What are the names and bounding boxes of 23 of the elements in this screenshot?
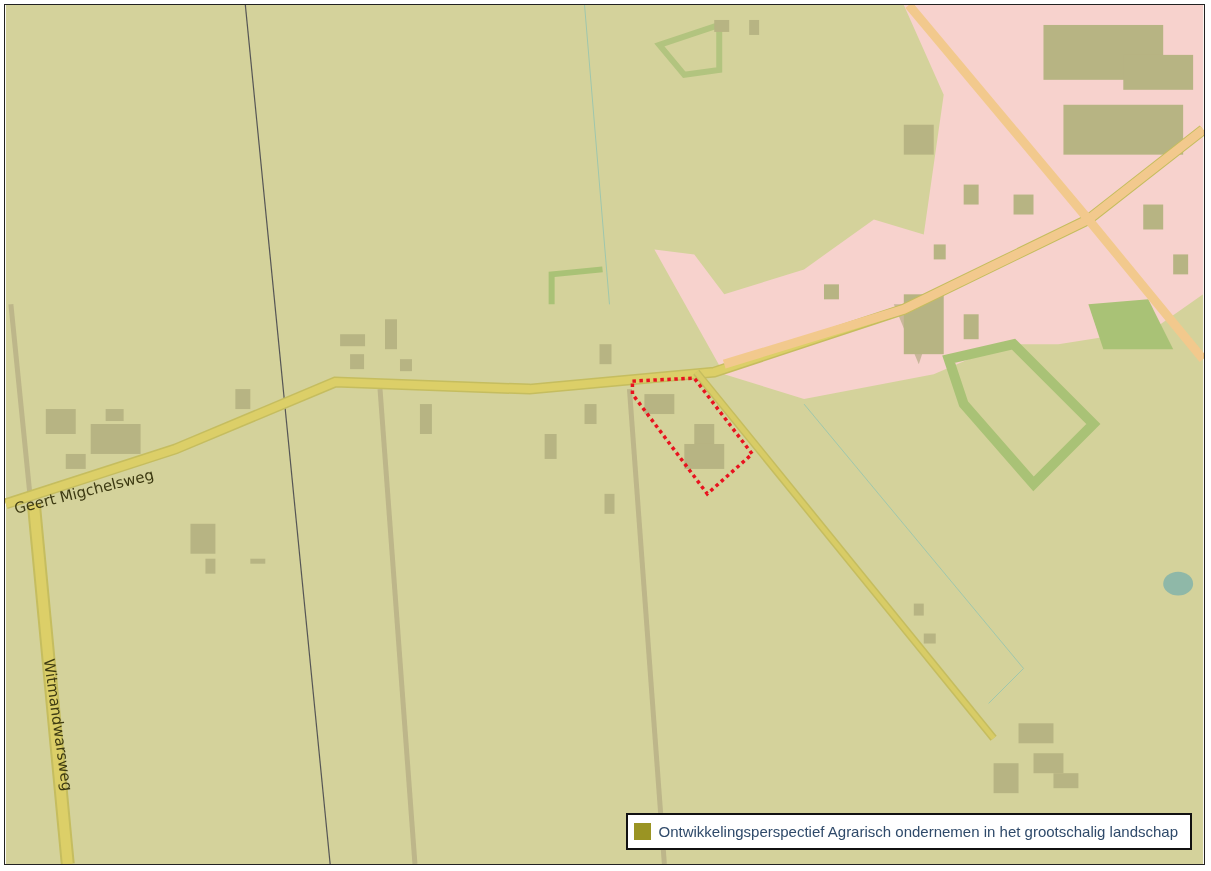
building	[350, 354, 365, 370]
building	[1018, 723, 1054, 744]
pond	[1163, 571, 1194, 596]
vegetation-area	[548, 266, 603, 305]
building	[993, 763, 1019, 794]
building	[385, 319, 397, 350]
legend-label: Ontwikkelingsperspectief Agrarisch ondernemen in het grootschalig landschap	[658, 823, 1178, 840]
building	[644, 394, 675, 415]
building	[1143, 204, 1164, 230]
building	[604, 493, 615, 514]
building	[235, 389, 251, 410]
building	[250, 558, 266, 564]
building	[45, 409, 76, 434]
building	[913, 603, 924, 616]
building	[1173, 254, 1189, 275]
building	[205, 558, 216, 574]
building	[923, 633, 936, 644]
building	[340, 334, 366, 347]
building	[1053, 773, 1079, 789]
building	[749, 19, 760, 35]
building	[1033, 753, 1064, 774]
building	[190, 523, 216, 554]
building	[90, 424, 141, 454]
